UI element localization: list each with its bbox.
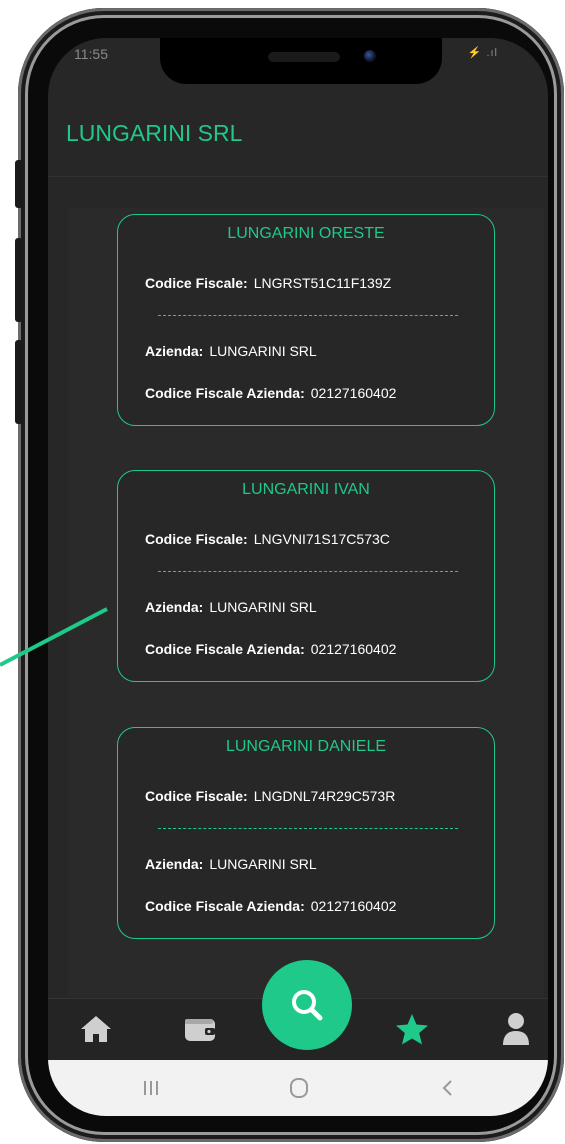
- recent-apps-icon: [144, 1081, 158, 1095]
- card-divider: [158, 828, 458, 829]
- codice-fiscale-value: LNGDNL74R29C573R: [253, 788, 396, 804]
- azienda-value: LUNGARINI SRL: [209, 856, 317, 872]
- card-divider: [158, 571, 458, 572]
- speaker-grille: [268, 52, 340, 62]
- search-button[interactable]: [262, 960, 352, 1050]
- codice-fiscale-row: Codice Fiscale: LNGDNL74R29C573R: [145, 788, 395, 804]
- employee-name: LUNGARINI ORESTE: [227, 225, 385, 242]
- search-icon: [292, 990, 323, 1021]
- employee-card[interactable]: LUNGARINI ORESTE Codice Fiscale: LNGRST51…: [117, 214, 495, 426]
- back-icon: [442, 1080, 452, 1096]
- nav-favorites[interactable]: [392, 1009, 432, 1049]
- nav-home[interactable]: [76, 1009, 116, 1049]
- azienda-label: Azienda:: [145, 856, 204, 872]
- codice-fiscale-value: LNGRST51C11F139Z: [253, 275, 392, 291]
- recent-apps-button[interactable]: [136, 1074, 166, 1102]
- nav-wallet[interactable]: [180, 1009, 220, 1049]
- status-indicators: ⚡ .ıl: [467, 47, 498, 59]
- nav-profile[interactable]: [496, 1009, 536, 1049]
- codice-fiscale-label: Codice Fiscale:: [145, 275, 248, 291]
- codice-fiscale-azienda-row: Codice Fiscale Azienda: 02127160402: [145, 641, 396, 657]
- notch: [160, 38, 442, 84]
- azienda-label: Azienda:: [145, 599, 204, 615]
- azienda-value: LUNGARINI SRL: [209, 343, 317, 359]
- phone-volume-up-button: [15, 238, 23, 322]
- user-icon: [503, 1013, 529, 1045]
- system-home-button[interactable]: [284, 1074, 314, 1102]
- card-divider: [158, 315, 458, 316]
- status-time: 11:55: [74, 46, 108, 62]
- codice-fiscale-azienda-label: Codice Fiscale Azienda:: [145, 641, 305, 657]
- codice-fiscale-azienda-value: 02127160402: [310, 898, 397, 914]
- codice-fiscale-azienda-row: Codice Fiscale Azienda: 02127160402: [145, 385, 396, 401]
- azienda-row: Azienda: LUNGARINI SRL: [145, 343, 317, 359]
- azienda-label: Azienda:: [145, 343, 204, 359]
- codice-fiscale-azienda-row: Codice Fiscale Azienda: 02127160402: [145, 898, 396, 914]
- codice-fiscale-row: Codice Fiscale: LNGRST51C11F139Z: [145, 275, 391, 291]
- azienda-row: Azienda: LUNGARINI SRL: [145, 856, 317, 872]
- azienda-value: LUNGARINI SRL: [209, 599, 317, 615]
- home-icon: [81, 1016, 111, 1042]
- star-icon: [396, 1014, 428, 1045]
- page-title: LUNGARINI SRL: [66, 120, 243, 146]
- employee-name: LUNGARINI DANIELE: [225, 738, 387, 755]
- codice-fiscale-label: Codice Fiscale:: [145, 531, 248, 547]
- system-back-button[interactable]: [432, 1074, 462, 1102]
- employee-name: LUNGARINI IVAN: [242, 481, 370, 498]
- phone-screen: 11:55 ⚡ .ıl LUNGARINI SRL LUNGARINI ORES…: [48, 38, 548, 1116]
- employee-card[interactable]: LUNGARINI DANIELE Codice Fiscale: LNGDNL7…: [117, 727, 495, 939]
- phone-volume-down-button: [15, 340, 23, 424]
- codice-fiscale-value: LNGVNI71S17C573C: [253, 531, 390, 547]
- codice-fiscale-azienda-label: Codice Fiscale Azienda:: [145, 385, 305, 401]
- phone-side-button: [15, 160, 23, 208]
- header-divider: [48, 176, 548, 177]
- codice-fiscale-azienda-label: Codice Fiscale Azienda:: [145, 898, 305, 914]
- home-circle-icon: [290, 1078, 308, 1098]
- employee-card[interactable]: LUNGARINI IVAN Codice Fiscale: LNGVNI71S1…: [117, 470, 495, 682]
- codice-fiscale-row: Codice Fiscale: LNGVNI71S17C573C: [145, 531, 390, 547]
- wallet-icon: [185, 1019, 215, 1041]
- azienda-row: Azienda: LUNGARINI SRL: [145, 599, 317, 615]
- codice-fiscale-label: Codice Fiscale:: [145, 788, 248, 804]
- front-camera: [364, 50, 376, 62]
- codice-fiscale-azienda-value: 02127160402: [310, 641, 397, 657]
- codice-fiscale-azienda-value: 02127160402: [310, 385, 397, 401]
- system-nav-bar: [48, 1060, 548, 1116]
